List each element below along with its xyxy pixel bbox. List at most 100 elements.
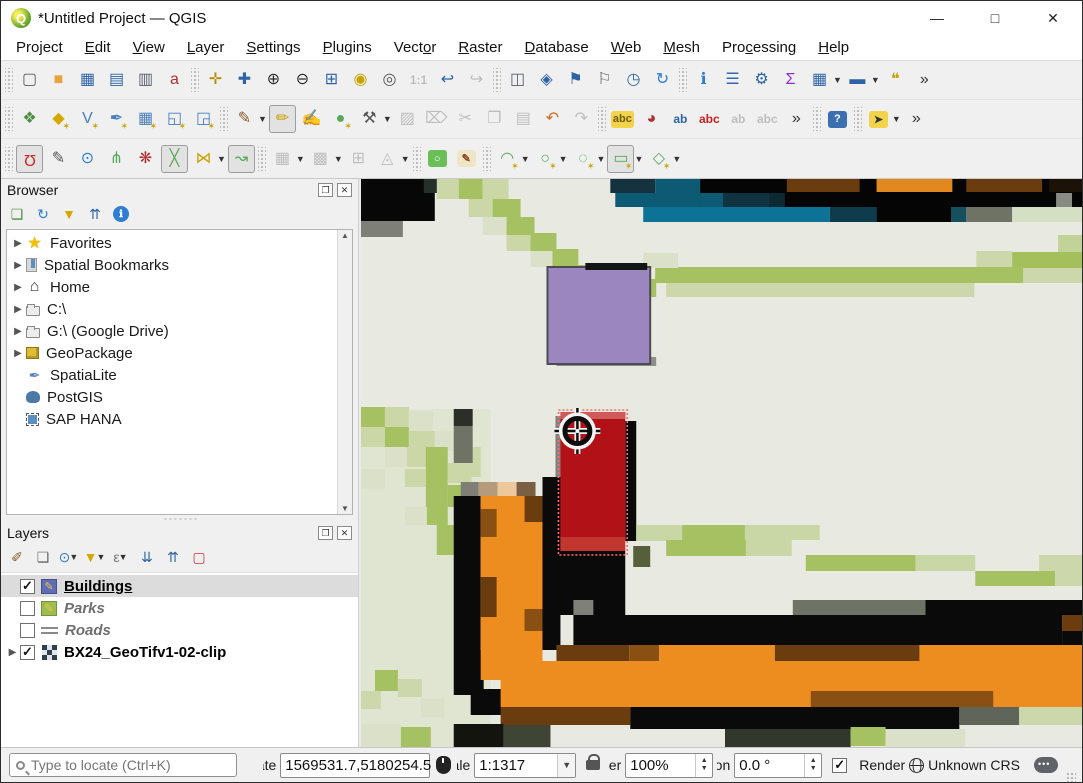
filter-legend-button[interactable]: ▼ ▼	[83, 546, 107, 568]
metasearch-button[interactable]: ○	[424, 145, 451, 173]
layer-item-roads[interactable]: Roads	[1, 619, 358, 641]
circular-string-digitize-dropdown-icon[interactable]: ▼	[521, 154, 530, 164]
expander-icon[interactable]: ▶	[5, 647, 20, 658]
collapse-all-button[interactable]: ⇈	[83, 203, 107, 225]
map-tips-button[interactable]: ❝	[882, 66, 909, 94]
browser-item-postgis[interactable]: PostGIS	[7, 386, 337, 408]
remove-layer-button[interactable]: ▢	[187, 546, 211, 568]
expand-all-button[interactable]: ⇊	[135, 546, 159, 568]
new-virtual-layer-button[interactable]: ◱ ✶	[161, 105, 188, 133]
open-project-button[interactable]: ■	[45, 66, 72, 94]
toolbar-handle[interactable]	[679, 68, 687, 92]
new-mesh-layer-button[interactable]: ◲ ✶	[190, 105, 217, 133]
layer-diagram-options-button[interactable]: ◕	[638, 105, 665, 133]
toolbar-extension[interactable]: »	[783, 105, 810, 133]
extents-toggle-icon[interactable]	[436, 756, 452, 774]
toolbar-handle[interactable]	[5, 146, 13, 171]
style-manager-button[interactable]: a	[161, 66, 188, 94]
layer-visibility-checkbox[interactable]: ✓	[20, 578, 35, 594]
toolbar-handle[interactable]	[220, 107, 228, 131]
toolbar-handle[interactable]	[597, 107, 606, 131]
close-button[interactable]: ✕	[1024, 1, 1082, 35]
zoom-last-button[interactable]: ↩	[434, 66, 461, 94]
circular-string-digitize-button[interactable]: ◠ ✶	[494, 145, 521, 173]
layer-visibility-checkbox[interactable]	[20, 622, 35, 638]
new-map-view-button[interactable]: ◫	[504, 66, 531, 94]
avoid-overlap-dropdown-icon[interactable]: ▼	[217, 154, 226, 164]
add-group-button[interactable]: ❏	[31, 546, 55, 568]
toolbar-handle[interactable]	[5, 68, 13, 92]
circle-digitize-dropdown-icon[interactable]: ▼	[559, 154, 568, 164]
maximize-button[interactable]: □	[966, 1, 1024, 35]
toolbar-handle[interactable]	[853, 107, 862, 131]
menu-database[interactable]: Database	[514, 37, 600, 58]
reindex-mesh-dropdown-icon[interactable]: ▼	[401, 154, 410, 164]
expander-icon[interactable]: ▶	[11, 348, 25, 359]
locate-box[interactable]	[9, 753, 237, 777]
processing-toolbox-button[interactable]: ⚙	[748, 66, 775, 94]
zoom-to-selection-button[interactable]: ◉	[347, 66, 374, 94]
menu-help[interactable]: Help	[807, 37, 860, 58]
osm-place-search-button[interactable]: ✎	[453, 145, 480, 173]
temporal-controller-button[interactable]: ◷	[620, 66, 647, 94]
regular-polygon-digitize-button[interactable]: ◇ ✶	[645, 145, 672, 173]
filter-browser-button[interactable]: ▼	[57, 203, 81, 225]
expander-icon[interactable]: ▶	[11, 260, 25, 271]
expander-icon[interactable]: ▶	[11, 238, 25, 249]
new-print-layout-button[interactable]: ▤	[103, 66, 130, 94]
enable-tracing-button[interactable]: ↝	[227, 144, 255, 173]
save-layer-edits-button[interactable]: ✍	[298, 105, 325, 133]
help-contents-button[interactable]: ?	[824, 105, 851, 133]
menu-view[interactable]: View	[122, 37, 176, 58]
statistical-summary-button[interactable]: ☰	[719, 66, 746, 94]
current-edits-dropdown-icon[interactable]: ▼	[258, 114, 267, 124]
topological-editing-button[interactable]: ⋔	[103, 145, 130, 173]
layers-close-button[interactable]: ✕	[337, 526, 352, 540]
pan-map-to-selection-button[interactable]: ✚	[231, 66, 258, 94]
select-features-dropdown-icon[interactable]: ▼	[892, 114, 901, 124]
layer-item-bx24-geotifv1-02-clip[interactable]: ▶ ✓ BX24_GeoTifv1-02-clip	[1, 641, 358, 663]
enable-snapping-button[interactable]: Ω	[16, 144, 43, 173]
new-geopackage-layer-button[interactable]: ◆ ✶	[45, 105, 72, 133]
browser-float-button[interactable]: ❐	[318, 183, 333, 197]
zoom-out-button[interactable]: ⊖	[289, 66, 316, 94]
open-attribute-table-dropdown-icon[interactable]: ▼	[833, 75, 842, 85]
snapping-on-intersection-button[interactable]: ❋	[132, 145, 159, 173]
browser-item-g-google-drive[interactable]: ▶ G:\ (Google Drive)	[7, 320, 337, 342]
new-spatialite-layer-button[interactable]: ✒ ✶	[103, 105, 130, 133]
current-edits-button[interactable]: ✎	[231, 105, 258, 133]
save-project-button[interactable]: ▦	[74, 66, 101, 94]
toolbar-handle[interactable]	[482, 146, 491, 171]
chevron-down-icon[interactable]: ▼	[557, 753, 576, 777]
open-attribute-table-button[interactable]: ▦	[806, 66, 833, 94]
scale-combobox[interactable]: 1:1317 ▼	[474, 752, 577, 778]
new-temporary-scratch-layer-button[interactable]: ▦ ✶	[132, 105, 159, 133]
toolbar-handle[interactable]	[191, 68, 199, 92]
browser-item-favorites[interactable]: ▶ Favorites	[7, 232, 337, 254]
vertex-tool-dropdown-icon[interactable]: ▼	[383, 114, 392, 124]
add-polygon-feature-button[interactable]: ● ✶	[327, 105, 354, 133]
open-layer-styling-button[interactable]: ✐	[5, 546, 29, 568]
layer-labeling-options-button[interactable]: abc	[609, 105, 636, 133]
render-checkbox[interactable]: ✓	[832, 757, 848, 773]
undo-button[interactable]: ↶	[539, 105, 566, 133]
select-features-button[interactable]: ➤	[865, 105, 892, 133]
identify-features-button[interactable]: ℹ	[690, 66, 717, 94]
expander-icon[interactable]: ▶	[11, 326, 25, 337]
measure-line-button[interactable]: ▬	[844, 66, 871, 94]
menu-settings[interactable]: Settings	[235, 37, 311, 58]
select-mesh-elements-dropdown-icon[interactable]: ▼	[334, 154, 343, 164]
toolbar-handle[interactable]	[257, 146, 266, 171]
rectangle-digitize-dropdown-icon[interactable]: ▼	[634, 154, 643, 164]
new-project-button[interactable]: ▢	[16, 66, 43, 94]
toolbar-handle[interactable]	[412, 146, 421, 171]
lock-scale-icon[interactable]	[586, 754, 601, 770]
filter-by-expression-button[interactable]: ε ▼	[109, 546, 133, 568]
browser-item-spatial-bookmarks[interactable]: ▶ Spatial Bookmarks	[7, 254, 337, 276]
zoom-to-layer-button[interactable]: ◎	[376, 66, 403, 94]
crs-status[interactable]: Unknown CRS	[928, 757, 1020, 773]
panel-splitter[interactable]	[1, 515, 358, 522]
toolbar-extension[interactable]: »	[903, 105, 930, 133]
collapse-all-layers-button[interactable]: ⇈	[161, 546, 185, 568]
toolbar-handle[interactable]	[493, 68, 501, 92]
